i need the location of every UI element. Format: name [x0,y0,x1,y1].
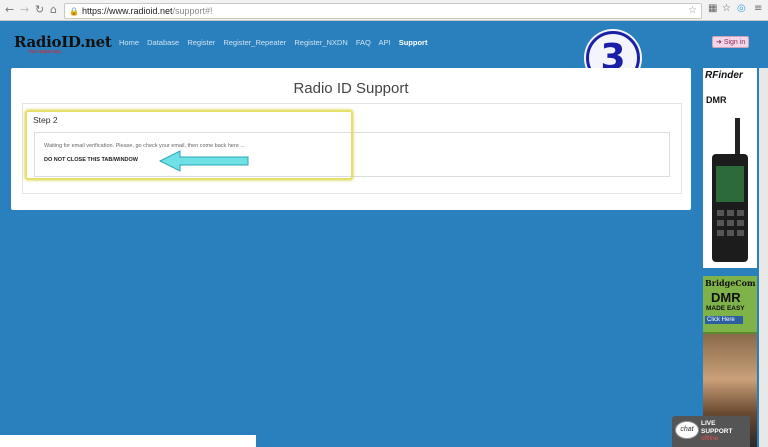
live-chat-widget[interactable]: chat LIVE SUPPORT offline [672,416,750,447]
star-icon[interactable]: ☆ [722,3,731,14]
forward-arrow-icon[interactable]: → [20,3,29,17]
chat-label: LIVE SUPPORT offline [701,420,732,443]
site-logo[interactable]: RadioID.net Your unique way ... [14,33,112,55]
page-scrollbar[interactable] [759,68,768,447]
menu-icon[interactable]: ≡ [754,3,762,14]
site-navbar: RadioID.net Your unique way ... Home Dat… [0,21,768,65]
logo-tagline: Your unique way ... [28,49,65,55]
chat-line1: LIVE [701,420,716,427]
url-host: https://www.radioid.net [81,6,173,16]
nav-menu: Home Database Register Register_Repeater… [119,38,433,47]
sign-in-label: Sign in [723,39,746,46]
nav-api[interactable]: API [379,38,391,47]
lock-icon: 🔒 [69,7,79,16]
sign-in-button[interactable]: ➜ Sign in [712,36,750,48]
back-arrow-icon[interactable]: ← [5,3,14,17]
radio-device-icon [712,118,748,262]
browser-toolbar: ← → ↻ ⌂ 🔒 https://www.radioid.net/support… [0,0,768,21]
bridgecom-dmr: DMR [711,290,741,305]
chat-bubble-icon: chat [675,421,699,439]
url-path: /support#! [172,6,213,16]
page-title: Radio ID Support [293,80,409,97]
home-icon[interactable]: ⌂ [50,3,57,17]
nav-register[interactable]: Register [187,38,215,47]
bridgecom-tagline: MADE EASY [706,305,745,312]
nav-home[interactable]: Home [119,38,139,47]
bridgecom-click-here[interactable]: Click Here [705,316,743,324]
rfinder-ad[interactable]: RFinder DMR [703,68,757,268]
rfinder-brand: RFinder [705,70,743,81]
rfinder-sub: DMR [706,95,727,105]
nav-support[interactable]: Support [399,38,428,47]
nav-faq[interactable]: FAQ [356,38,371,47]
translate-icon[interactable]: ▦ [708,3,717,14]
nav-database[interactable]: Database [147,38,179,47]
url-text: https://www.radioid.net/support#! [82,6,213,16]
chat-status: offline [701,435,719,442]
annotation-arrow-icon [158,150,249,172]
address-bar[interactable]: 🔒 https://www.radioid.net/support#! ☆ [64,3,702,19]
reload-icon[interactable]: ↻ [35,3,44,17]
chat-line2: SUPPORT [701,427,733,435]
bridgecom-brand: BridgeCom [705,278,756,288]
nav-register-repeater[interactable]: Register_Repeater [223,38,286,47]
status-strip [0,435,256,447]
nav-register-nxdn[interactable]: Register_NXDN [294,38,347,47]
extension-icon[interactable]: ◎ [737,3,746,14]
bookmark-star-icon[interactable]: ☆ [688,4,697,18]
